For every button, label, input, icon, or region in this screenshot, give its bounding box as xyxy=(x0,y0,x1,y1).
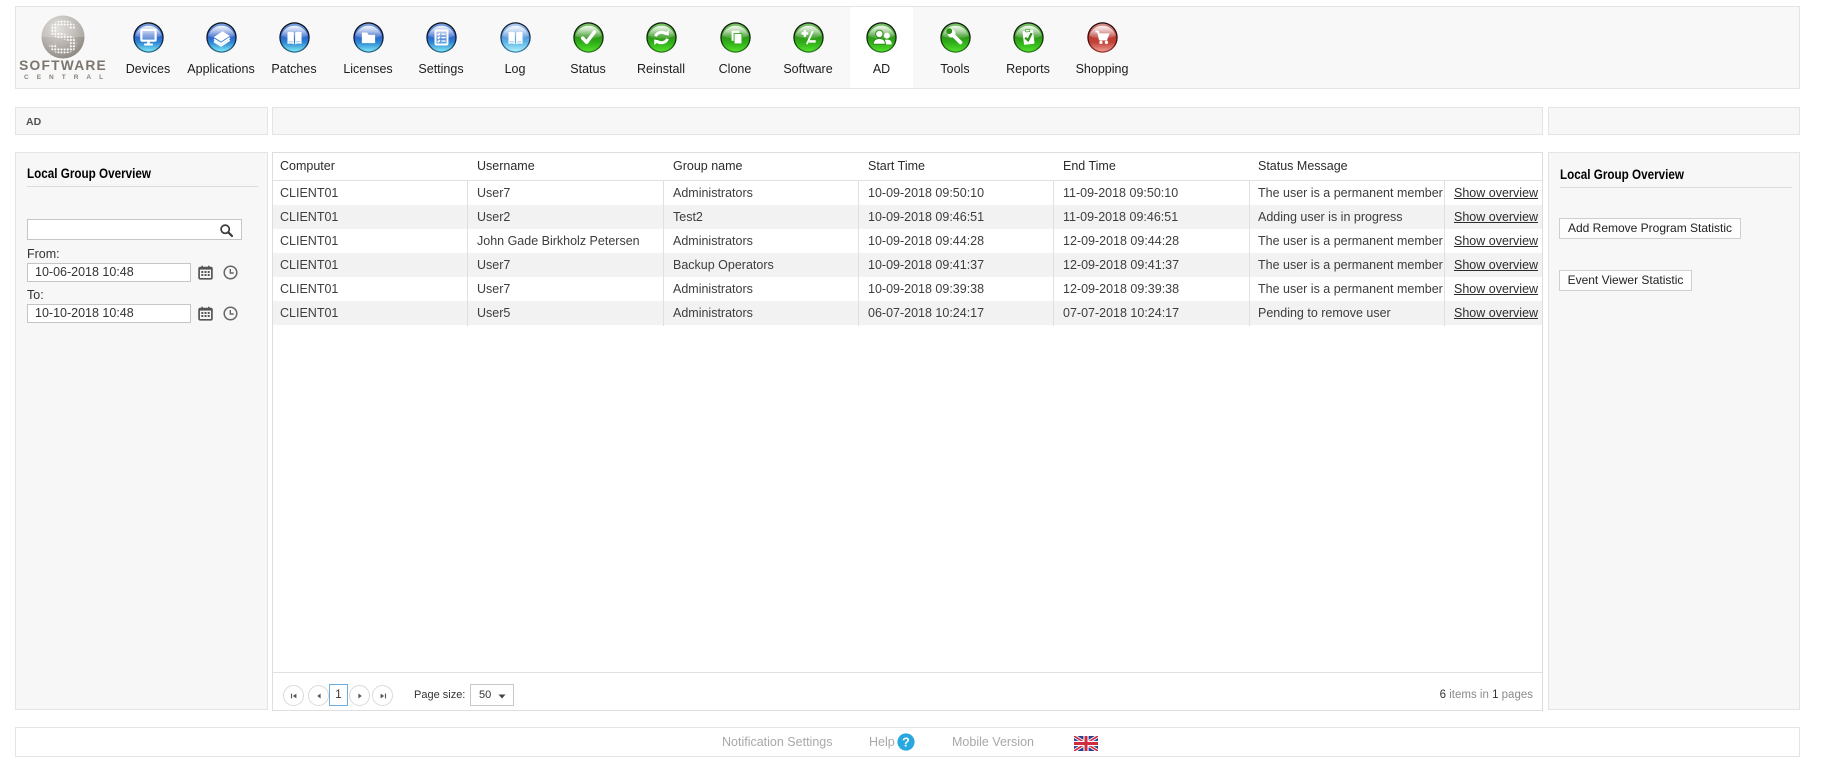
svg-text:S: S xyxy=(48,11,79,61)
svg-text:?: ? xyxy=(902,735,910,749)
